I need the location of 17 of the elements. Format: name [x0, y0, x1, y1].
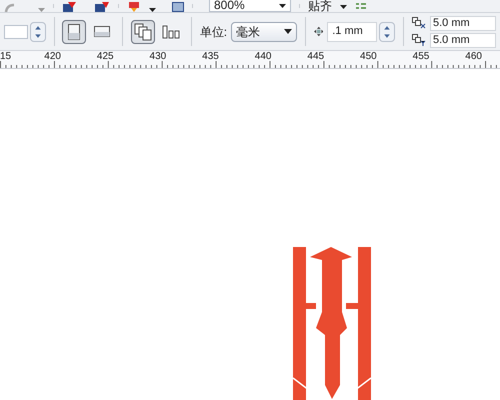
zoom-dropdown[interactable]: 800%	[209, 0, 291, 12]
ruler-label: 15	[0, 51, 12, 62]
duplicate-distance-field[interactable]: 5.0 mm	[430, 16, 496, 30]
ruler-label: 450	[359, 51, 378, 62]
ruler-label: 460	[464, 51, 483, 62]
nudge-distance-field[interactable]: .1 mm	[327, 22, 378, 42]
ruler-label: 445	[306, 51, 326, 62]
units-dropdown[interactable]: 毫米	[231, 22, 297, 42]
ruler-label: 430	[148, 51, 168, 62]
duplicate-distance-field[interactable]: 5.0 mm	[430, 32, 496, 48]
units-label: 单位:	[200, 24, 228, 40]
ruler-label: 455	[412, 51, 430, 62]
ruler-label: 420	[43, 51, 62, 62]
ruler-label: 435	[201, 51, 220, 62]
ruler-label: 440	[254, 51, 272, 62]
snap-dropdown[interactable]: 贴齐	[308, 1, 347, 12]
ruler-label: 425	[96, 51, 115, 62]
